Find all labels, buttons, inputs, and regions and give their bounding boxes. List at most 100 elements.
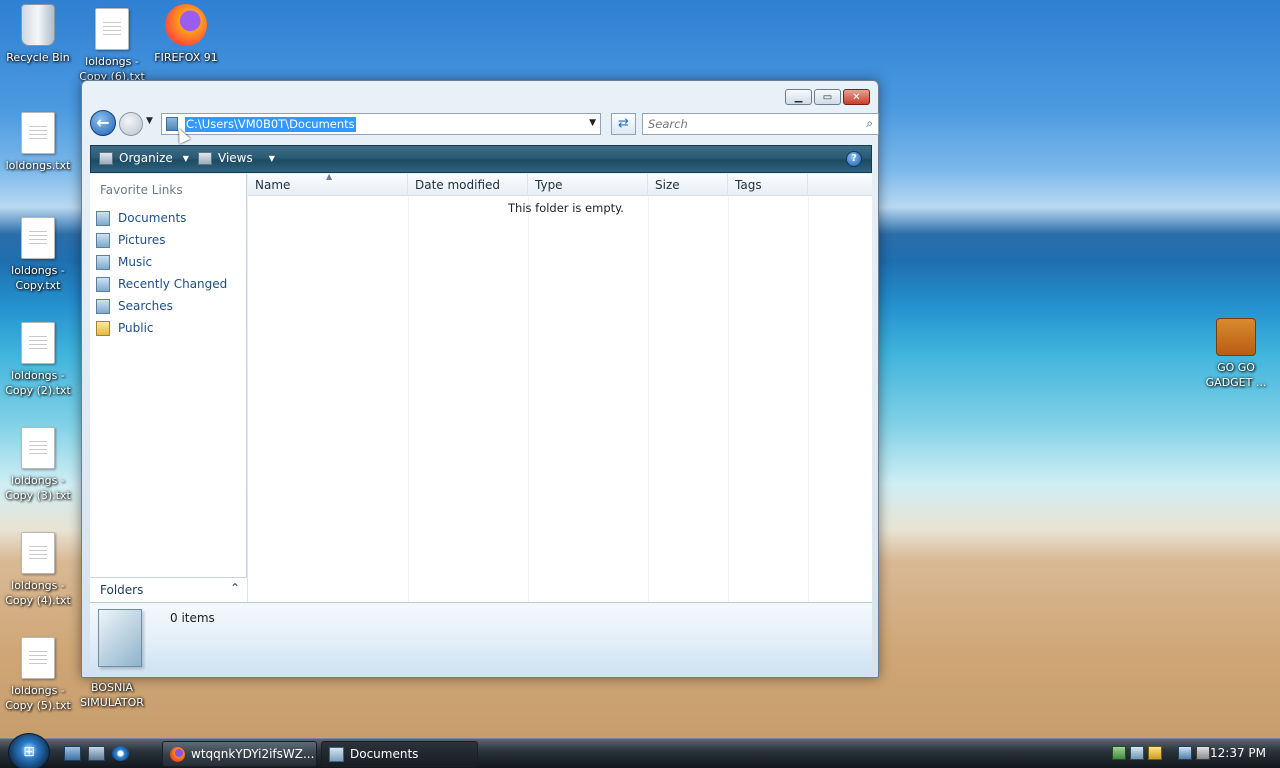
- favorite-link-label: Documents: [118, 211, 187, 225]
- back-button[interactable]: ←: [90, 110, 116, 136]
- taskbar-button-label: Documents: [350, 747, 419, 761]
- caption-buttons: ▁ ▭ ✕: [785, 89, 870, 105]
- desktop-icon-firefox[interactable]: FIREFOX 91: [148, 4, 224, 65]
- favorite-link-label: Pictures: [118, 233, 166, 247]
- favorite-link-label: Recently Changed: [118, 277, 228, 291]
- favorite-links-heading: Favorite Links: [100, 183, 183, 197]
- column-header-date-modified[interactable]: Date modified: [408, 174, 528, 196]
- views-label: Views: [218, 151, 253, 165]
- desktop-icon-label: loldongs.txt: [5, 159, 71, 172]
- favorite-link-recently-changed[interactable]: Recently Changed: [96, 273, 227, 295]
- taskbar-button-documents[interactable]: Documents: [321, 741, 478, 767]
- recent-pages-button[interactable]: ▼: [146, 116, 153, 126]
- favorite-link-music[interactable]: Music: [96, 251, 227, 273]
- favorite-link-public[interactable]: Public: [96, 317, 227, 339]
- firefox-icon: [165, 4, 207, 46]
- desktop-icon-label: BOSNIA SIMULATOR: [80, 681, 144, 709]
- column-divider: [808, 196, 809, 602]
- explorer-window: ▁ ▭ ✕ ← ▼ C:\Users\VM0B0T\Documents ▼ ⇄ …: [81, 80, 879, 678]
- text-file-icon: [21, 217, 55, 259]
- column-header-row: Name ▲ Date modified Type Size Tags: [248, 172, 872, 196]
- desktop-icon-recycle-bin[interactable]: Recycle Bin: [0, 4, 76, 65]
- tray-security-icon[interactable]: [1148, 746, 1162, 760]
- tray-network-icon[interactable]: [1112, 746, 1126, 760]
- desktop-icon-go-go-gadget[interactable]: GO GO GADGET ...: [1198, 318, 1274, 390]
- file-list: Name ▲ Date modified Type Size Tags This…: [248, 172, 872, 602]
- column-header-size[interactable]: Size: [648, 174, 728, 196]
- text-file-icon: [21, 112, 55, 154]
- desktop-icon-label: Recycle Bin: [6, 51, 70, 64]
- switch-windows-icon[interactable]: [88, 746, 105, 761]
- desktop-icon-loldongs-copy-4[interactable]: loldongs - Copy (4).txt: [0, 532, 76, 608]
- tray-app-icon[interactable]: [1130, 746, 1144, 760]
- music-icon: [96, 254, 110, 270]
- tray-monitor-icon[interactable]: [1178, 746, 1192, 760]
- firefox-icon: [170, 747, 185, 762]
- search-icon[interactable]: ⌕: [866, 116, 873, 131]
- search-box[interactable]: ⌕: [642, 113, 879, 135]
- show-desktop-icon[interactable]: [64, 746, 81, 761]
- close-button[interactable]: ✕: [843, 89, 870, 105]
- desktop-icon-loldongs[interactable]: loldongs.txt: [0, 112, 76, 173]
- column-header-tags[interactable]: Tags: [728, 174, 808, 196]
- text-file-icon: [21, 637, 55, 679]
- minimize-button[interactable]: ▁: [785, 89, 812, 105]
- favorite-link-pictures[interactable]: Pictures: [96, 229, 227, 251]
- chevron-down-icon: ▼: [182, 153, 189, 163]
- recently-changed-icon: [96, 276, 110, 292]
- sort-ascending-icon: ▲: [326, 172, 333, 181]
- text-file-icon: [21, 532, 55, 574]
- address-dropdown-button[interactable]: ▼: [589, 118, 596, 128]
- column-header-type[interactable]: Type: [528, 174, 648, 196]
- clock[interactable]: 12:37 PM: [1210, 746, 1266, 760]
- command-bar: Organize ▼ Views ▼ ?: [90, 145, 872, 173]
- documents-folder-large-icon: [98, 609, 142, 667]
- taskbar-button-firefox[interactable]: wtqqnkYDYi2ifsWZ...: [162, 741, 317, 767]
- taskbar-button-label: wtqqnkYDYi2ifsWZ...: [191, 747, 315, 761]
- desktop-icon-loldongs-copy-2[interactable]: loldongs - Copy (2).txt: [0, 322, 76, 398]
- desktop-icon-label: FIREFOX 91: [154, 51, 218, 64]
- start-button[interactable]: ⊞: [8, 733, 50, 768]
- desktop-icon-label: loldongs - Copy.txt: [11, 264, 65, 292]
- search-input[interactable]: [648, 115, 848, 133]
- address-bar[interactable]: C:\Users\VM0B0T\Documents ▼: [161, 113, 601, 135]
- taskbar: ⊞ wtqqnkYDYi2ifsWZ... Documents 12:37 PM: [0, 733, 1280, 768]
- folders-toggle[interactable]: Folders ⌃: [90, 577, 247, 602]
- desktop-icon-label: loldongs - Copy (4).txt: [5, 579, 71, 607]
- desktop-icon-loldongs-copy-3[interactable]: loldongs - Copy (3).txt: [0, 427, 76, 503]
- text-file-icon: [95, 8, 129, 50]
- column-header-label: Name: [255, 178, 291, 192]
- desktop-icon-bosnia-simulator[interactable]: BOSNIA SIMULATOR: [74, 680, 150, 710]
- folders-label: Folders: [100, 583, 144, 597]
- column-header-name[interactable]: Name ▲: [248, 172, 408, 196]
- address-path[interactable]: C:\Users\VM0B0T\Documents: [185, 117, 356, 132]
- views-button[interactable]: Views ▼: [198, 151, 275, 165]
- text-file-icon: [21, 427, 55, 469]
- volume-muted-icon[interactable]: [1196, 746, 1210, 760]
- internet-explorer-icon[interactable]: [112, 746, 129, 761]
- desktop-icon-loldongs-copy-5[interactable]: loldongs - Copy (5).txt: [0, 637, 76, 713]
- documents-icon: [96, 210, 110, 226]
- public-folder-icon: [96, 320, 110, 336]
- forward-button[interactable]: [119, 112, 143, 136]
- item-count: 0 items: [170, 611, 215, 625]
- desktop-icon-loldongs-copy-6[interactable]: loldongs - Copy (6).txt: [74, 8, 150, 84]
- column-divider: [648, 196, 649, 602]
- system-tray: 12:37 PM: [1110, 739, 1280, 768]
- recycle-bin-icon: [21, 4, 55, 46]
- chevron-up-icon: ⌃: [229, 581, 240, 595]
- favorite-link-label: Searches: [118, 299, 173, 313]
- favorite-link-label: Public: [118, 321, 154, 335]
- desktop-icon-label: GO GO GADGET ...: [1205, 361, 1267, 389]
- favorite-link-documents[interactable]: Documents: [96, 207, 227, 229]
- refresh-button[interactable]: ⇄: [611, 113, 636, 135]
- desktop-icon-loldongs-copy[interactable]: loldongs - Copy.txt: [0, 217, 76, 293]
- favorite-link-searches[interactable]: Searches: [96, 295, 227, 317]
- help-button[interactable]: ?: [846, 151, 862, 167]
- column-divider: [728, 196, 729, 602]
- maximize-button[interactable]: ▭: [814, 89, 841, 105]
- briefcase-icon: [1216, 318, 1256, 356]
- organize-button[interactable]: Organize ▼: [99, 151, 189, 165]
- pictures-icon: [96, 232, 110, 248]
- desktop-icon-label: loldongs - Copy (3).txt: [5, 474, 71, 502]
